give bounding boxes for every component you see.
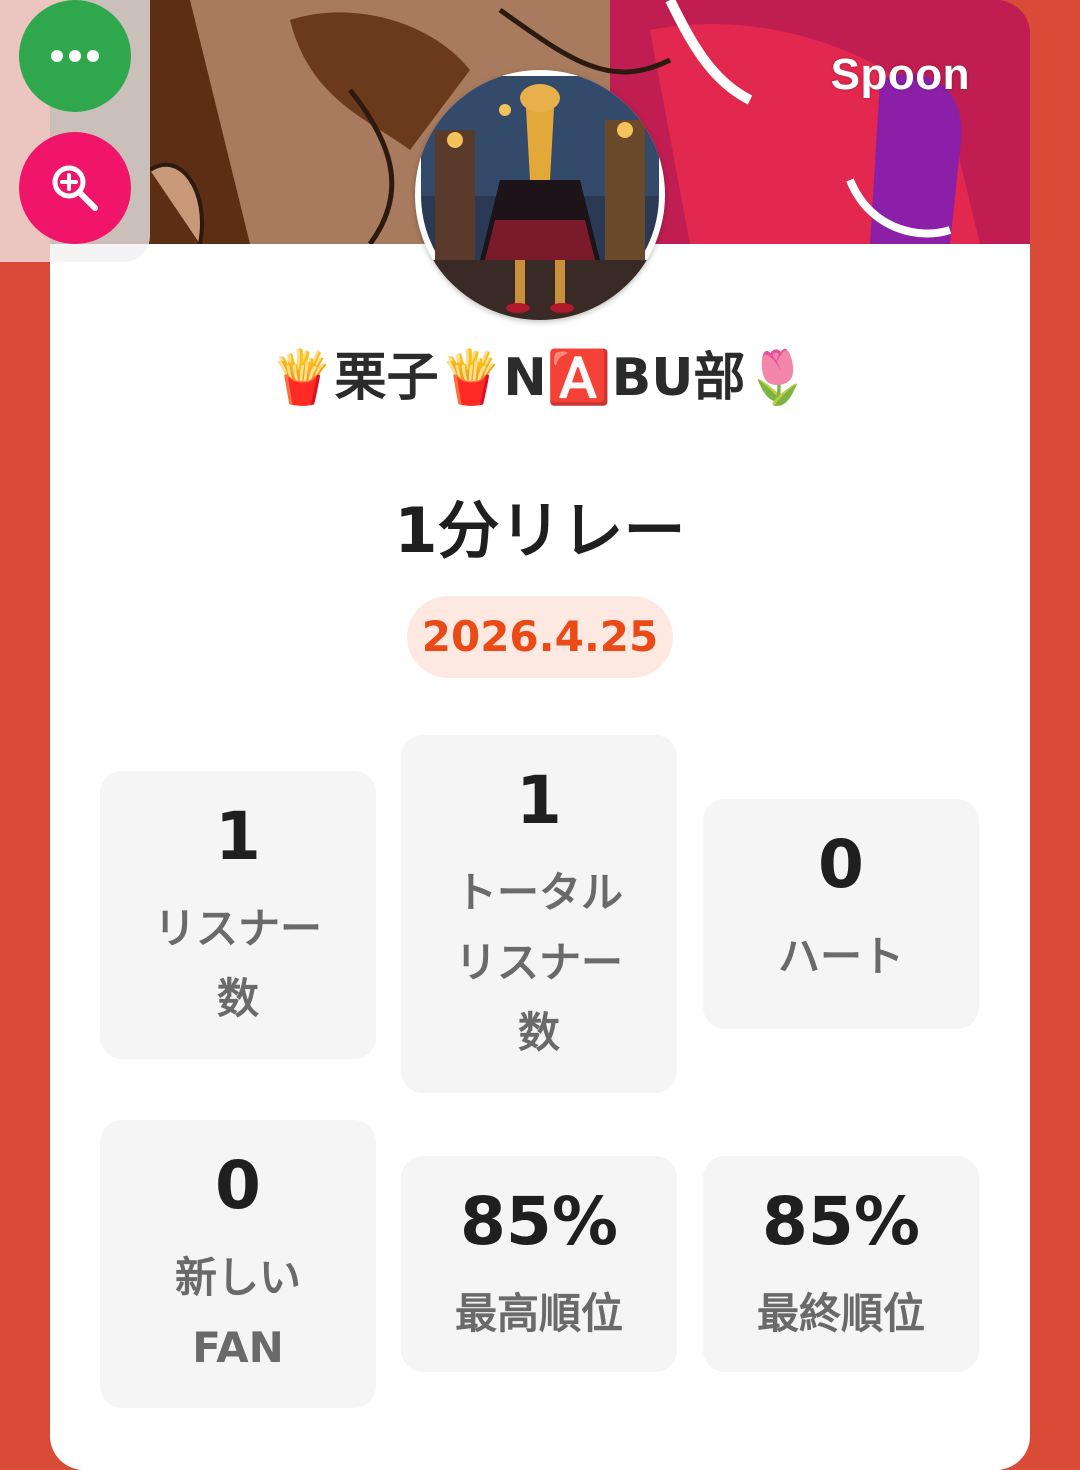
stat-final-rank-value: 85% [762,1183,920,1260]
stat-listeners-label: リスナー 数 [153,903,322,1023]
event-title: 1分リレー [394,494,686,567]
stat-best-rank-value: 85% [460,1183,618,1260]
stat-total-listeners-value: 1 [516,762,562,839]
stat-final-rank: 85% 最終順位 [703,1156,979,1372]
stat-new-fans-value: 0 [215,1147,261,1224]
stat-listeners: 1 リスナー 数 [100,771,376,1059]
avatar-image [421,76,659,320]
more-horizontal-icon [51,50,99,62]
stat-final-rank-label: 最終順位 [756,1288,925,1338]
stat-total-listeners-label: トータル リスナー 数 [454,867,623,1057]
result-card: Spoon 🍟栗子🍟N🅰️BU部🌷 1分リレー 2026.4.25 1 リスナー… [50,0,1030,1470]
avatar[interactable] [415,70,665,320]
zoom-button[interactable] [19,132,131,244]
stat-best-rank-label: 最高順位 [454,1288,623,1338]
stat-listeners-value: 1 [215,798,261,875]
stat-hearts: 0 ハート [703,799,979,1029]
app-frame: Spoon 🍟栗子🍟N🅰️BU部🌷 1分リレー 2026.4.25 1 リスナー… [0,0,1080,1470]
zoom-in-icon [52,165,98,211]
stat-best-rank: 85% 最高順位 [401,1156,677,1372]
floating-controls [0,0,150,262]
profile-name: 🍟栗子🍟N🅰️BU部🌷 [269,348,811,408]
more-button[interactable] [19,0,131,112]
stat-new-fans: 0 新しい FAN [100,1120,376,1408]
brand-logo: Spoon [830,50,970,99]
event-date-badge: 2026.4.25 [407,596,673,678]
stat-total-listeners: 1 トータル リスナー 数 [401,735,677,1093]
stat-hearts-label: ハート [777,931,904,981]
stat-hearts-value: 0 [818,826,864,903]
stat-new-fans-label: 新しい FAN [174,1252,301,1372]
